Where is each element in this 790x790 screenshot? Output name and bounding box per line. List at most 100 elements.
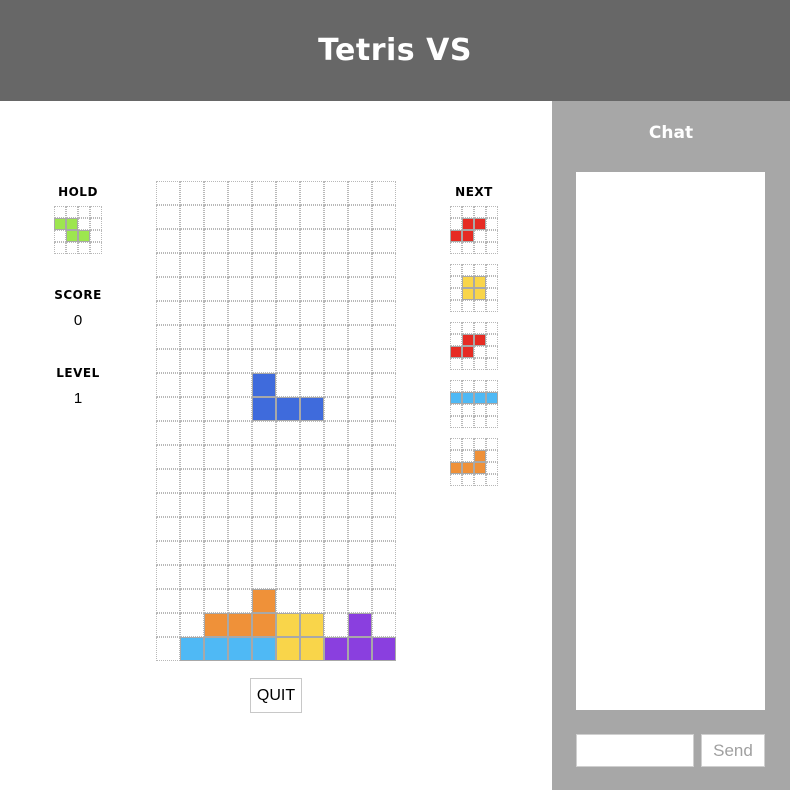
preview-cell xyxy=(486,230,498,242)
game-board[interactable] xyxy=(156,181,396,661)
preview-cell xyxy=(90,242,102,254)
preview-cell xyxy=(462,322,474,334)
board-block xyxy=(228,613,252,637)
board-block xyxy=(324,637,348,661)
preview-cell xyxy=(462,416,474,428)
board-block xyxy=(300,613,324,637)
preview-block xyxy=(450,392,462,404)
preview-cell xyxy=(474,404,486,416)
preview-cell xyxy=(462,264,474,276)
board-cell xyxy=(180,349,204,373)
board-cell xyxy=(348,397,372,421)
preview-cell xyxy=(462,380,474,392)
board-cell xyxy=(180,541,204,565)
send-button[interactable]: Send xyxy=(701,734,765,767)
board-cell xyxy=(372,229,396,253)
preview-block xyxy=(78,230,90,242)
preview-block xyxy=(474,276,486,288)
preview-cell xyxy=(54,242,66,254)
board-cell xyxy=(324,445,348,469)
preview-cell xyxy=(474,300,486,312)
board-cell xyxy=(300,469,324,493)
chat-message-input[interactable] xyxy=(576,734,694,767)
board-cell xyxy=(156,229,180,253)
board-cell xyxy=(300,349,324,373)
board-cell xyxy=(300,493,324,517)
board-cell xyxy=(228,445,252,469)
board-cell xyxy=(228,541,252,565)
board-cell xyxy=(348,205,372,229)
board-cell xyxy=(324,397,348,421)
board-cell xyxy=(276,565,300,589)
preview-cell xyxy=(486,206,498,218)
board-cell xyxy=(252,541,276,565)
chat-panel: Chat Send xyxy=(552,101,790,790)
preview-cell xyxy=(450,404,462,416)
board-cell xyxy=(324,229,348,253)
preview-cell xyxy=(450,264,462,276)
board-cell xyxy=(228,229,252,253)
preview-cell xyxy=(462,474,474,486)
preview-cell xyxy=(474,230,486,242)
board-cell xyxy=(300,181,324,205)
preview-cell xyxy=(486,300,498,312)
board-cell xyxy=(300,373,324,397)
board-cell xyxy=(276,421,300,445)
board-cell xyxy=(156,373,180,397)
board-cell xyxy=(156,397,180,421)
preview-cell xyxy=(78,242,90,254)
board-cell xyxy=(204,229,228,253)
board-cell xyxy=(204,373,228,397)
board-cell xyxy=(300,229,324,253)
board-cell xyxy=(324,349,348,373)
preview-cell xyxy=(474,380,486,392)
board-cell xyxy=(252,349,276,373)
board-cell xyxy=(300,301,324,325)
board-cell xyxy=(300,589,324,613)
board-block xyxy=(180,637,204,661)
board-cell xyxy=(228,469,252,493)
board-cell xyxy=(372,517,396,541)
board-cell xyxy=(180,493,204,517)
preview-cell xyxy=(486,288,498,300)
board-block xyxy=(276,637,300,661)
preview-cell xyxy=(486,404,498,416)
board-cell xyxy=(228,277,252,301)
board-cell xyxy=(204,541,228,565)
board-cell xyxy=(372,421,396,445)
next-label: NEXT xyxy=(455,185,493,199)
board-cell xyxy=(156,253,180,277)
preview-cell xyxy=(474,358,486,370)
board-block xyxy=(300,637,324,661)
board-cell xyxy=(180,205,204,229)
board-cell xyxy=(204,421,228,445)
board-block xyxy=(228,637,252,661)
preview-cell xyxy=(474,206,486,218)
preview-cell xyxy=(450,242,462,254)
board-cell xyxy=(252,493,276,517)
preview-cell xyxy=(474,242,486,254)
preview-cell xyxy=(474,346,486,358)
quit-button[interactable]: QUIT xyxy=(250,678,302,713)
hold-label: HOLD xyxy=(58,185,98,199)
preview-cell xyxy=(486,416,498,428)
board-cell xyxy=(348,445,372,469)
board-cell xyxy=(300,325,324,349)
board-cell xyxy=(156,325,180,349)
board-cell xyxy=(180,373,204,397)
board-cell xyxy=(180,229,204,253)
board-cell xyxy=(324,277,348,301)
preview-block xyxy=(450,346,462,358)
board-cell xyxy=(324,469,348,493)
board-cell xyxy=(276,541,300,565)
preview-block xyxy=(474,392,486,404)
preview-cell xyxy=(78,218,90,230)
preview-cell xyxy=(450,276,462,288)
preview-block xyxy=(462,346,474,358)
board-cell xyxy=(300,565,324,589)
board-cell xyxy=(300,517,324,541)
board-cell xyxy=(156,493,180,517)
board-cell xyxy=(372,565,396,589)
board-cell xyxy=(180,517,204,541)
preview-cell xyxy=(90,218,102,230)
